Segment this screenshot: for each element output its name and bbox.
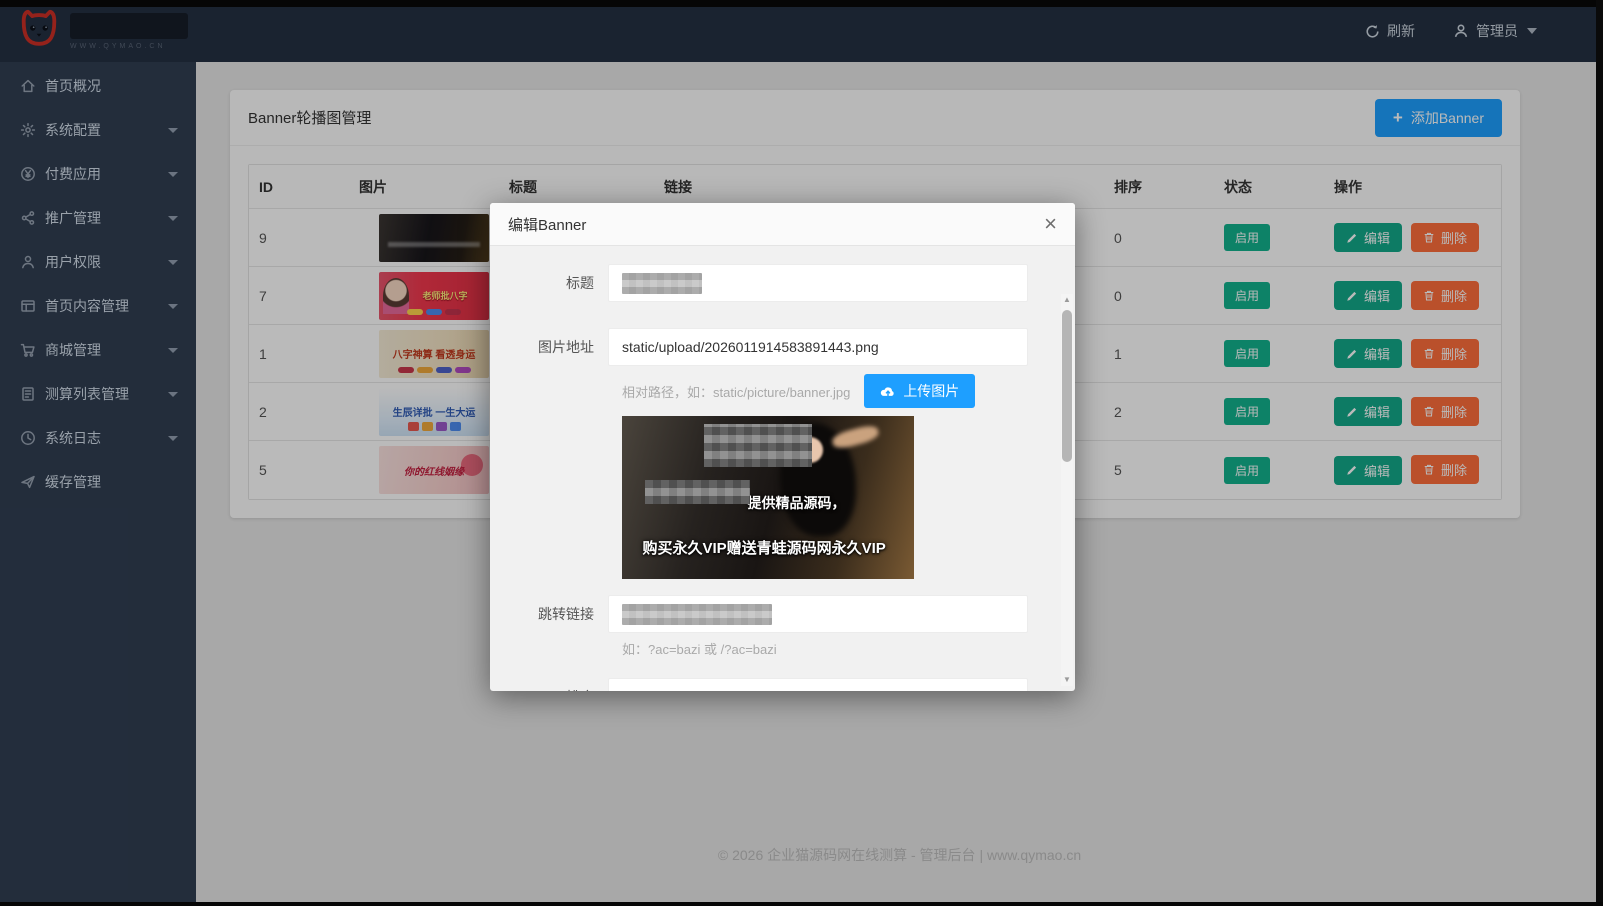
redacted-link-value (622, 604, 772, 625)
frame-edge (0, 902, 1603, 906)
preview-text-line1: 提供精品源码， (748, 493, 846, 513)
image-path-label: 图片地址 (490, 337, 608, 357)
sort-field[interactable] (608, 678, 1028, 691)
redacted-region (704, 424, 812, 466)
upload-image-button[interactable]: 上传图片 (864, 374, 975, 408)
image-path-hint: 相对路径，如：static/picture/banner.jpg (622, 382, 850, 401)
admin-app: WWW.QYMAO.CN 刷新 管理员 首页概况系统配置付费应用推广管理 (0, 0, 1603, 906)
frame-edge (0, 0, 1603, 7)
link-field[interactable] (608, 595, 1028, 633)
modal-title: 编辑Banner (508, 214, 586, 235)
edit-banner-modal: 编辑Banner × 标题 图片地址 相对路径，如：static/picture… (490, 203, 1075, 691)
preview-text-line2: 购买永久VIP赠送青蛙源码网永久VIP (642, 537, 885, 558)
link-hint: 如：?ac=bazi 或 /?ac=bazi (622, 639, 777, 658)
title-field[interactable] (608, 264, 1028, 302)
redacted-region (645, 480, 750, 504)
modal-scrollbar[interactable]: ▲ ▼ (1061, 294, 1073, 686)
modal-body: 标题 图片地址 相对路径，如：static/picture/banner.jpg… (490, 246, 1075, 691)
scroll-down-arrow[interactable]: ▼ (1061, 674, 1073, 686)
frame-edge (1596, 0, 1603, 906)
cloud-upload-icon (880, 384, 896, 398)
scroll-up-arrow[interactable]: ▲ (1061, 294, 1073, 306)
sort-field-label: 排序 (490, 687, 608, 691)
modal-header: 编辑Banner × (490, 203, 1075, 246)
close-icon[interactable]: × (1044, 213, 1057, 235)
image-path-field[interactable] (608, 328, 1028, 366)
scrollbar-thumb[interactable] (1062, 310, 1072, 462)
banner-preview-image: 提供精品源码， 购买永久VIP赠送青蛙源码网永久VIP (622, 416, 914, 579)
title-field-label: 标题 (490, 273, 608, 293)
redacted-title-value (622, 273, 702, 294)
link-field-label: 跳转链接 (490, 604, 608, 624)
